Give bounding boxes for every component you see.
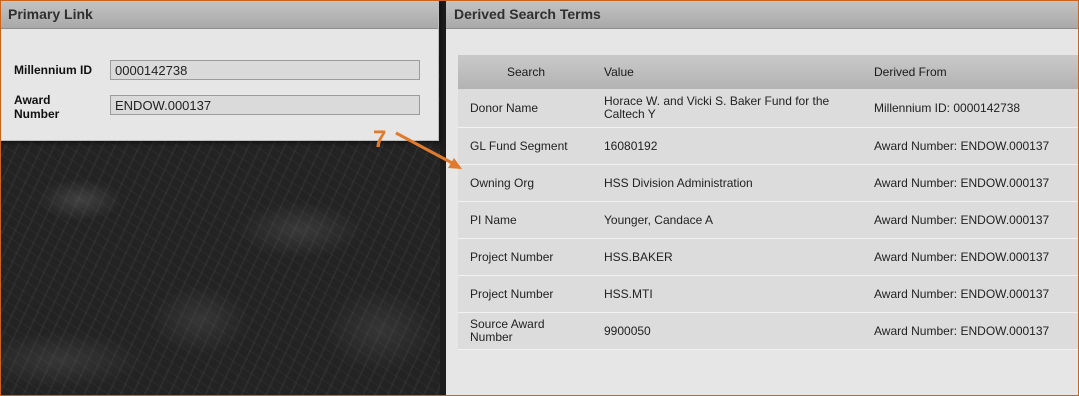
derived-search-terms-panel: Derived Search Terms Search Value Derive… <box>446 0 1079 396</box>
column-header-search[interactable]: Search <box>458 55 594 89</box>
cell-search: Source Award Number <box>458 312 594 350</box>
award-number-label: Award Number <box>14 93 60 121</box>
millennium-id-field[interactable]: 0000142738 <box>110 60 420 80</box>
cell-derived-from: Award Number: ENDOW.000137 <box>864 164 1079 202</box>
table-row[interactable]: Project Number HSS.MTI Award Number: END… <box>458 275 1079 313</box>
cell-value: Younger, Candace A <box>594 201 864 239</box>
cell-search: Owning Org <box>458 164 594 202</box>
cell-derived-from: Award Number: ENDOW.000137 <box>864 275 1079 313</box>
cell-search: Project Number <box>458 238 594 276</box>
cell-derived-from: Award Number: ENDOW.000137 <box>864 127 1079 165</box>
table-row[interactable]: Project Number HSS.BAKER Award Number: E… <box>458 238 1079 276</box>
cell-derived-from: Award Number: ENDOW.000137 <box>864 312 1079 350</box>
derived-terms-table: Search Value Derived From Donor Name Hor… <box>458 55 1079 350</box>
award-number-field[interactable]: ENDOW.000137 <box>110 95 420 115</box>
cell-value: HSS Division Administration <box>594 164 864 202</box>
callout-arrow-icon <box>395 131 462 169</box>
primary-link-panel: Primary Link Millennium ID 0000142738 Aw… <box>0 0 439 141</box>
cell-value: HSS.BAKER <box>594 238 864 276</box>
callout-number: 7 <box>373 126 387 153</box>
cell-derived-from: Award Number: ENDOW.000137 <box>864 201 1079 239</box>
millennium-id-row: Millennium ID <box>14 63 92 77</box>
cell-value: HSS.MTI <box>594 275 864 313</box>
table-row[interactable]: PI Name Younger, Candace A Award Number:… <box>458 201 1079 239</box>
table-row[interactable]: Source Award Number 9900050 Award Number… <box>458 312 1079 350</box>
table-row[interactable]: Owning Org HSS Division Administration A… <box>458 164 1079 202</box>
table-row[interactable]: GL Fund Segment 16080192 Award Number: E… <box>458 127 1079 165</box>
millennium-id-label: Millennium ID <box>14 63 92 77</box>
cell-search: Project Number <box>458 275 594 313</box>
cell-value: 16080192 <box>594 127 864 165</box>
column-header-derived-from[interactable]: Derived From <box>864 55 1079 89</box>
cell-derived-from: Millennium ID: 0000142738 <box>864 89 1079 128</box>
primary-link-title: Primary Link <box>0 0 438 29</box>
table-header-row: Search Value Derived From <box>458 55 1079 89</box>
column-header-value[interactable]: Value <box>594 55 864 89</box>
cell-derived-from: Award Number: ENDOW.000137 <box>864 238 1079 276</box>
cell-search: GL Fund Segment <box>458 127 594 165</box>
derived-search-terms-title: Derived Search Terms <box>446 0 1079 29</box>
table-row[interactable]: Donor Name Horace W. and Vicki S. Baker … <box>458 89 1079 128</box>
cell-search: PI Name <box>458 201 594 239</box>
cell-value: Horace W. and Vicki S. Baker Fund for th… <box>594 89 864 128</box>
cell-search: Donor Name <box>458 89 594 128</box>
award-number-row: Award Number <box>14 93 94 121</box>
cell-value: 9900050 <box>594 312 864 350</box>
